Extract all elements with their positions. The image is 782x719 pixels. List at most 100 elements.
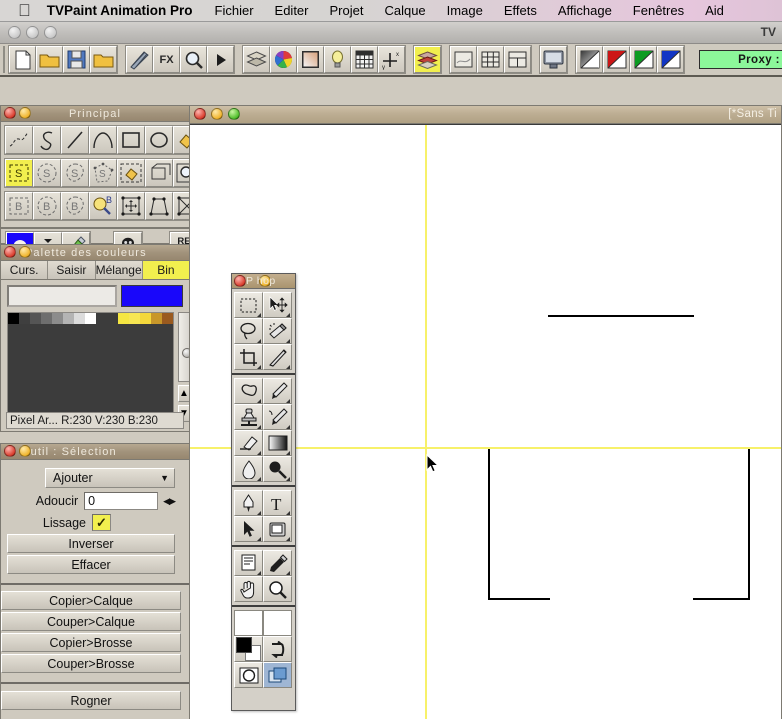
color-swatch[interactable] xyxy=(52,313,63,324)
brush-rect-tool[interactable]: B xyxy=(5,192,33,220)
background-color-swatch[interactable] xyxy=(263,610,292,636)
history-brush-icon[interactable] xyxy=(263,404,292,430)
selection-panel-titlebar[interactable]: Outil : Sélection xyxy=(1,444,189,460)
eraser-tool-icon[interactable] xyxy=(234,430,263,456)
path-selection-icon[interactable] xyxy=(234,516,263,542)
color-swatch[interactable] xyxy=(74,313,85,324)
play-icon[interactable] xyxy=(207,46,234,73)
magic-wand-icon[interactable] xyxy=(263,318,292,344)
menu-item-calque[interactable]: Calque xyxy=(384,3,425,18)
selection-fill-tool[interactable] xyxy=(117,159,145,187)
default-colors-icon[interactable] xyxy=(234,636,263,662)
soften-stepper-icon[interactable]: ◀▶ xyxy=(163,496,176,507)
copy-to-brush-button[interactable]: Copier>Brosse xyxy=(1,633,181,652)
layers-icon[interactable] xyxy=(243,46,270,73)
eyedropper-tool-icon[interactable] xyxy=(263,550,292,576)
color-bin-grid[interactable] xyxy=(7,312,174,422)
menu-item-affichage[interactable]: Affichage xyxy=(558,3,612,18)
selection-rect-tool[interactable]: S xyxy=(5,159,33,187)
selection-panel-gems[interactable] xyxy=(4,445,31,457)
gradient-tool-icon[interactable] xyxy=(263,430,292,456)
gradient-square-icon[interactable] xyxy=(297,46,324,73)
app-window-controls[interactable] xyxy=(8,26,57,39)
document-titlebar[interactable]: [*Sans Ti xyxy=(190,106,781,124)
principal-window-gems[interactable] xyxy=(4,107,31,119)
foreground-color-swatch[interactable] xyxy=(234,610,263,636)
lightbulb-icon[interactable] xyxy=(324,46,351,73)
minimize-icon[interactable] xyxy=(19,445,31,457)
minimize-icon[interactable] xyxy=(211,108,223,120)
color-field-b[interactable] xyxy=(121,285,183,307)
color-swatch[interactable] xyxy=(8,313,19,324)
tab-curs[interactable]: Curs. xyxy=(1,261,49,279)
notes-tool-icon[interactable] xyxy=(234,550,263,576)
crop-button[interactable]: Rogner xyxy=(1,691,181,710)
close-icon[interactable] xyxy=(234,275,246,287)
brushes-icon[interactable] xyxy=(126,46,153,73)
hand-tool-icon[interactable] xyxy=(234,576,263,602)
screen-mode-icon[interactable] xyxy=(263,662,292,688)
soften-input[interactable]: 0 xyxy=(84,492,159,510)
grid-icon[interactable] xyxy=(351,46,378,73)
color-wheel-icon[interactable] xyxy=(270,46,297,73)
color-swatch[interactable] xyxy=(30,313,41,324)
green-channel-icon[interactable] xyxy=(630,46,657,73)
photoshop-titlebar[interactable]: P hop xyxy=(232,274,295,289)
blue-channel-icon[interactable] xyxy=(657,46,684,73)
color-swatch[interactable] xyxy=(63,313,74,324)
move-handles-tool[interactable] xyxy=(117,192,145,220)
cut-to-brush-button[interactable]: Couper>Brosse xyxy=(1,654,181,673)
slice-tool-icon[interactable] xyxy=(263,344,292,370)
red-channel-icon[interactable] xyxy=(603,46,630,73)
dodge-tool-icon[interactable] xyxy=(263,456,292,482)
xy-axis-icon[interactable]: xy xyxy=(378,46,405,73)
menu-item-projet[interactable]: Projet xyxy=(330,3,364,18)
arc-tool[interactable] xyxy=(89,126,117,154)
menu-app-name[interactable]: TVPaint Animation Pro xyxy=(47,3,193,18)
selection-transform-tool[interactable] xyxy=(145,159,173,187)
color-swatch[interactable] xyxy=(96,313,107,324)
new-project-icon[interactable] xyxy=(9,46,36,73)
tab-bin[interactable]: Bin xyxy=(142,261,189,279)
rectangle-tool[interactable] xyxy=(117,126,145,154)
line-tool[interactable] xyxy=(61,126,89,154)
copy-to-layer-button[interactable]: Copier>Calque xyxy=(1,591,181,610)
selection-poly-tool[interactable]: S xyxy=(89,159,117,187)
close-icon[interactable] xyxy=(194,108,206,120)
color-swatch[interactable] xyxy=(151,313,162,324)
close-button[interactable] xyxy=(8,26,21,39)
principal-titlebar[interactable]: Principal xyxy=(1,106,189,122)
chevron-down-icon[interactable]: ▼ xyxy=(160,473,169,483)
close-icon[interactable] xyxy=(4,246,16,258)
healing-brush-icon[interactable] xyxy=(234,378,263,404)
brush-magic-tool[interactable]: B xyxy=(89,192,117,220)
menu-item-aide[interactable]: Aid xyxy=(705,3,724,18)
open-folder-icon[interactable] xyxy=(36,46,63,73)
color-swatch[interactable] xyxy=(129,313,140,324)
alpha-channel-icon[interactable] xyxy=(576,46,603,73)
shape-tool-icon[interactable] xyxy=(263,516,292,542)
ellipse-tool[interactable] xyxy=(145,126,173,154)
swap-colors-icon[interactable] xyxy=(263,636,292,662)
minimize-icon[interactable] xyxy=(19,107,31,119)
erase-button[interactable]: Effacer xyxy=(7,555,175,574)
toolbar-drag-handle[interactable] xyxy=(3,46,5,73)
color-swatch[interactable] xyxy=(118,313,129,324)
brush-circle-tool[interactable]: B xyxy=(33,192,61,220)
scurve-tool[interactable] xyxy=(33,126,61,154)
cut-to-layer-button[interactable]: Couper>Calque xyxy=(1,612,181,631)
color-panel-titlebar[interactable]: Palette des couleurs xyxy=(1,245,189,261)
monitor-preview-icon[interactable] xyxy=(540,46,567,73)
color-swatch[interactable] xyxy=(85,313,96,324)
tab-saisir[interactable]: Saisir xyxy=(48,261,96,279)
smoothing-checkbox[interactable]: ✓ xyxy=(92,514,111,531)
proxy-status-field[interactable]: Proxy : 1 / 1 xyxy=(699,50,782,69)
folder-icon[interactable] xyxy=(90,46,117,73)
quick-mask-standard-icon[interactable] xyxy=(234,662,263,688)
selection-mode-dropdown[interactable]: Ajouter ▼ xyxy=(45,468,175,488)
fx-icon[interactable]: FX xyxy=(153,46,180,73)
minimize-icon[interactable] xyxy=(19,246,31,258)
color-field-a[interactable] xyxy=(7,285,117,307)
apple-logo-icon[interactable]:  xyxy=(18,2,31,19)
close-icon[interactable] xyxy=(4,107,16,119)
